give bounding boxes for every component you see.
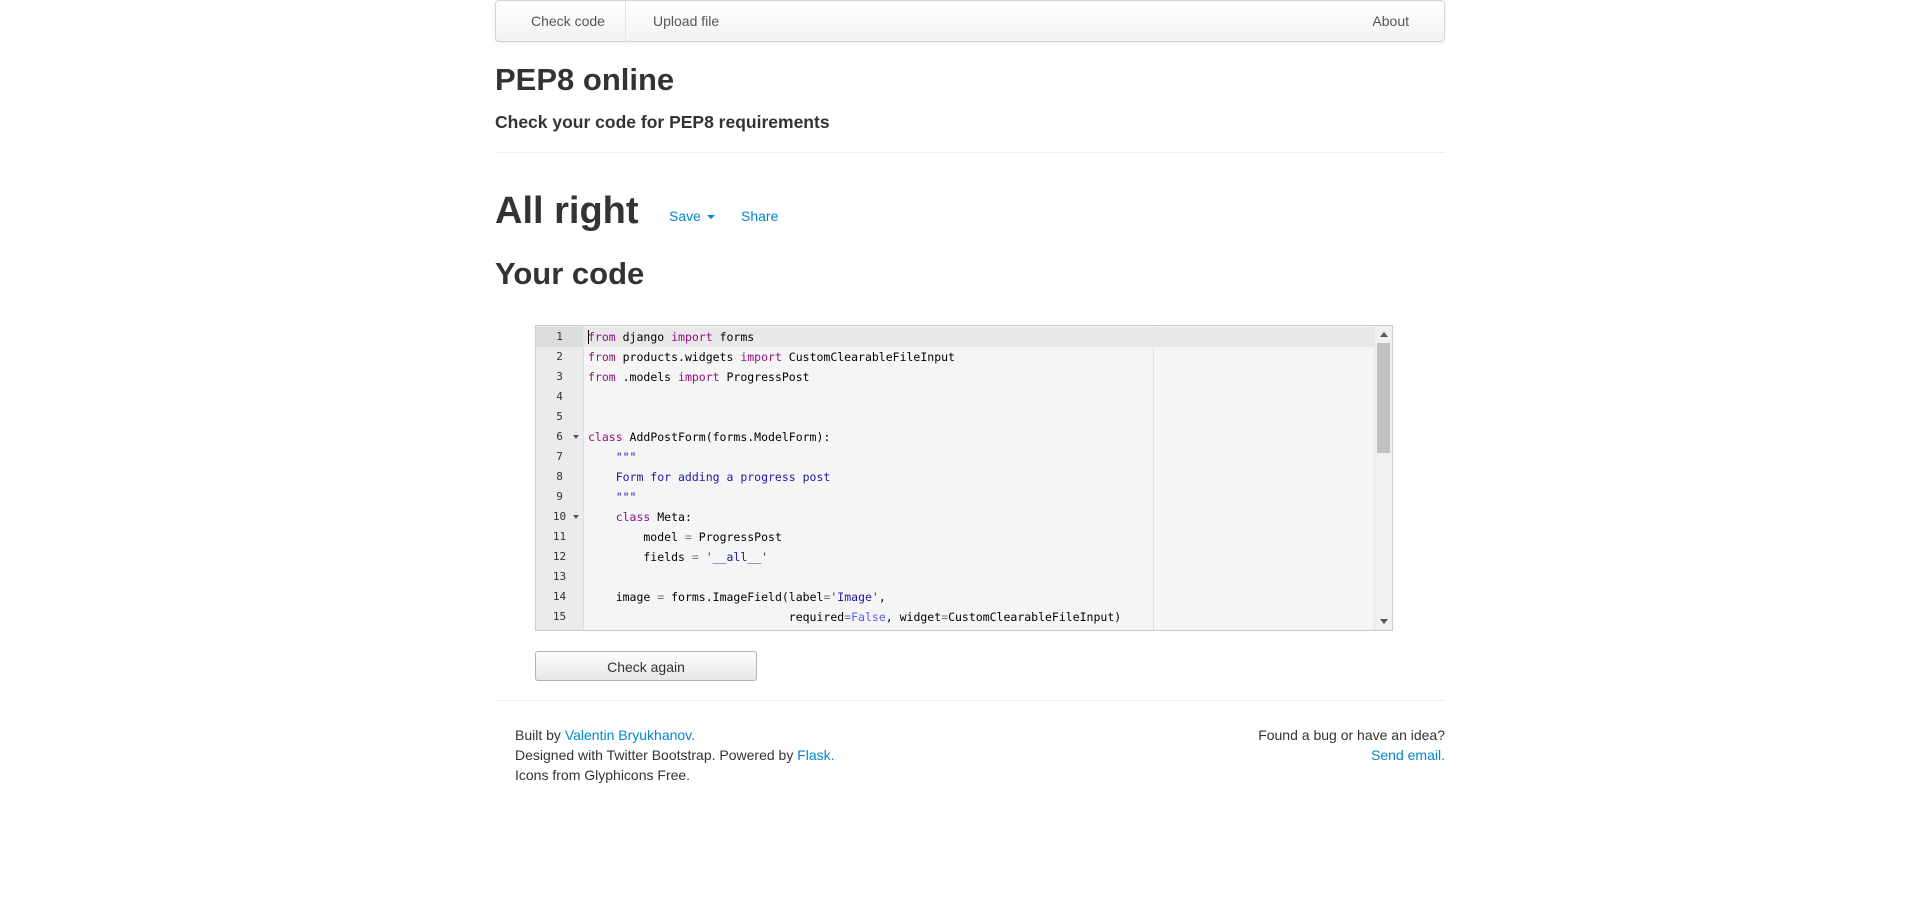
line-number: 8: [556, 470, 563, 483]
code-line[interactable]: 1 from django import forms: [536, 327, 1374, 347]
footer-icons: Icons from Glyphicons Free.: [515, 767, 691, 783]
code-editor[interactable]: 1 from django import forms 2 from products.…: [535, 325, 1393, 631]
footer-designed: Designed with Twitter Bootstrap. Powered…: [515, 745, 835, 765]
scroll-thumb[interactable]: [1377, 343, 1390, 453]
code-line[interactable]: 5: [536, 407, 1374, 427]
line-number: 9: [556, 490, 563, 503]
nav-check-code[interactable]: Check code: [511, 1, 626, 41]
code-text: class Meta:: [615, 510, 692, 524]
line-number: 3: [556, 370, 563, 383]
save-label: Save: [669, 208, 701, 224]
code-text: """: [588, 450, 637, 464]
code-line[interactable]: 9 """: [536, 487, 1374, 507]
code-line[interactable]: 13: [536, 567, 1374, 587]
page-subtitle: Check your code for PEP8 requirements: [495, 112, 830, 132]
code-line[interactable]: 11 model = ProgressPost: [536, 527, 1374, 547]
code-line[interactable]: 2 from products.widgets import CustomClea…: [536, 347, 1374, 367]
line-number: 13: [552, 570, 567, 583]
code-line[interactable]: 10 class Meta:: [536, 507, 1374, 527]
code-text: from django import forms: [588, 330, 755, 344]
scroll-up-icon[interactable]: [1379, 330, 1388, 339]
bug-text: Found a bug or have an idea?: [1258, 727, 1445, 743]
footer-credits: Built by Valentin Bryukhanov. Designed w…: [515, 725, 835, 785]
share-link[interactable]: Share: [741, 208, 778, 224]
page-title: PEP8 online: [495, 62, 675, 97]
footer-built-by: Built by Valentin Bryukhanov.: [515, 725, 835, 745]
line-number: 7: [556, 450, 563, 463]
author-link[interactable]: Valentin Bryukhanov.: [565, 727, 695, 743]
code-text: from products.widgets import CustomClear…: [588, 350, 955, 364]
send-email-link[interactable]: Send email.: [1371, 747, 1445, 763]
code-text: required=False, widget=CustomClearableFi…: [588, 610, 1122, 624]
code-line[interactable]: 8 Form for adding a progress post: [536, 467, 1374, 487]
line-number: 4: [556, 390, 563, 403]
line-number: 5: [556, 410, 563, 423]
header-divider: [495, 152, 1445, 153]
scroll-down-icon[interactable]: [1379, 617, 1388, 626]
footer-divider: [495, 700, 1445, 701]
nav-about[interactable]: About: [1352, 1, 1429, 41]
line-number: 2: [556, 350, 563, 363]
code-text: class AddPostForm(forms.ModelForm):: [588, 430, 831, 444]
flask-link[interactable]: Flask.: [797, 747, 834, 763]
line-number: 6: [536, 427, 583, 447]
code-text: image = forms.ImageField(label='Image',: [588, 590, 886, 604]
top-navbar: Check code Upload file About: [495, 0, 1445, 42]
line-number: 1: [536, 327, 583, 347]
code-line[interactable]: 15 required=False, widget=CustomClearabl…: [536, 607, 1374, 627]
check-again-button[interactable]: Check again: [535, 651, 757, 681]
code-text: model = ProgressPost: [588, 530, 782, 544]
line-number: 15: [552, 610, 567, 623]
code-line[interactable]: 14 image = forms.ImageField(label='Image…: [536, 587, 1374, 607]
code-text: Form for adding a progress post: [588, 470, 831, 484]
code-line[interactable]: 7 """: [536, 447, 1374, 467]
text-cursor: [588, 330, 589, 344]
code-section-heading: Your code: [495, 256, 645, 291]
line-number: 11: [552, 530, 567, 543]
line-number: 10: [536, 507, 583, 527]
nav-upload-file[interactable]: Upload file: [633, 1, 739, 41]
code-line[interactable]: 3 from .models import ProgressPost: [536, 367, 1374, 387]
save-dropdown[interactable]: Save: [669, 208, 715, 224]
footer-contact: Found a bug or have an idea? Send email.: [1258, 725, 1445, 765]
designed-text: Designed with Twitter Bootstrap. Powered…: [515, 747, 798, 763]
line-number: 14: [552, 590, 567, 603]
code-text: from .models import ProgressPost: [588, 370, 810, 384]
caret-down-icon: [706, 215, 715, 220]
code-line[interactable]: 4: [536, 387, 1374, 407]
editor-scrollbar[interactable]: [1374, 326, 1392, 630]
built-by-text: Built by: [515, 727, 565, 743]
code-text: """: [588, 490, 637, 504]
fold-arrow-icon[interactable]: [573, 435, 579, 439]
result-status: All right: [495, 190, 639, 232]
line-number: 12: [552, 550, 567, 563]
code-text: fields = '__all__': [588, 550, 769, 564]
fold-arrow-icon[interactable]: [573, 515, 579, 519]
code-line[interactable]: 12 fields = '__all__': [536, 547, 1374, 567]
code-line[interactable]: 6 class AddPostForm(forms.ModelForm):: [536, 427, 1374, 447]
